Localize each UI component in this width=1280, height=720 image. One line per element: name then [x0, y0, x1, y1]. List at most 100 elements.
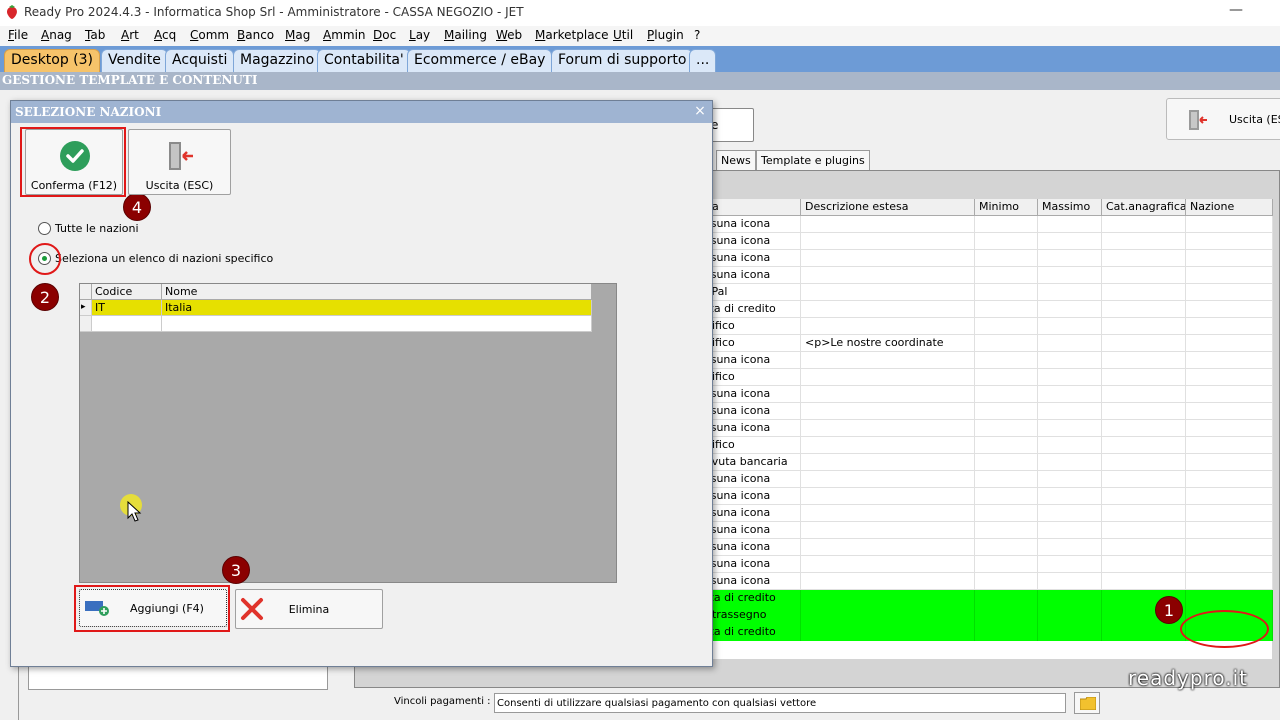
grid-header-nome[interactable]: Nome	[162, 284, 592, 300]
table-cell[interactable]	[1186, 539, 1273, 556]
table-row[interactable]: ssuna icona	[701, 539, 1273, 556]
grid-header-nazione[interactable]: Nazione	[1186, 199, 1273, 216]
table-cell[interactable]: evuta bancaria	[701, 454, 801, 471]
table-cell[interactable]	[975, 556, 1038, 573]
table-cell[interactable]: rta di credito	[701, 624, 801, 641]
table-cell[interactable]	[975, 250, 1038, 267]
table-cell[interactable]	[801, 352, 975, 369]
table-cell[interactable]	[1038, 590, 1102, 607]
grid-header-icona[interactable]: na	[701, 199, 801, 216]
table-cell[interactable]: ssuna icona	[701, 556, 801, 573]
menu-anag[interactable]: Anag	[41, 28, 72, 42]
table-cell[interactable]	[1038, 573, 1102, 590]
nations-grid-row-new[interactable]	[80, 316, 592, 332]
tab-desktop[interactable]: Desktop (3)	[4, 49, 101, 72]
table-cell[interactable]	[1038, 352, 1102, 369]
table-cell[interactable]: ssuna icona	[701, 233, 801, 250]
minimize-button[interactable]: —	[1226, 2, 1246, 22]
table-cell[interactable]	[1102, 454, 1186, 471]
background-exit-button[interactable]: Uscita (ESC	[1166, 98, 1280, 140]
table-cell[interactable]	[975, 403, 1038, 420]
table-cell[interactable]	[975, 420, 1038, 437]
table-row[interactable]: nifico	[701, 369, 1273, 386]
menu-ammin[interactable]: Ammin	[323, 28, 366, 42]
menu-file[interactable]: File	[8, 28, 28, 42]
menu-util[interactable]: Util	[613, 28, 633, 42]
table-cell[interactable]	[1038, 522, 1102, 539]
table-cell[interactable]	[1186, 301, 1273, 318]
table-row[interactable]: ssuna icona	[701, 352, 1273, 369]
grid-header-cat-anagrafica[interactable]: Cat.anagrafica	[1102, 199, 1186, 216]
table-cell[interactable]	[1186, 369, 1273, 386]
table-cell[interactable]	[975, 335, 1038, 352]
table-cell[interactable]	[975, 267, 1038, 284]
table-cell[interactable]	[1102, 522, 1186, 539]
table-row[interactable]: rta di credito	[701, 301, 1273, 318]
table-cell[interactable]	[1038, 607, 1102, 624]
table-cell[interactable]	[1102, 420, 1186, 437]
table-cell[interactable]	[1102, 233, 1186, 250]
table-cell[interactable]	[801, 437, 975, 454]
table-cell[interactable]: ssuna icona	[701, 403, 801, 420]
table-cell[interactable]	[975, 284, 1038, 301]
table-cell[interactable]	[1102, 369, 1186, 386]
table-cell[interactable]	[975, 216, 1038, 233]
cell-codice-empty[interactable]	[92, 316, 162, 332]
table-cell[interactable]: yPal	[701, 284, 801, 301]
table-cell[interactable]	[975, 471, 1038, 488]
table-cell[interactable]	[1038, 369, 1102, 386]
table-cell[interactable]	[801, 488, 975, 505]
table-cell[interactable]	[1102, 284, 1186, 301]
table-cell[interactable]	[1038, 471, 1102, 488]
grid-header-minimo[interactable]: Minimo	[975, 199, 1038, 216]
table-cell[interactable]	[1102, 556, 1186, 573]
table-row[interactable]: rta di credito	[701, 590, 1273, 607]
table-cell[interactable]	[801, 403, 975, 420]
table-cell[interactable]	[975, 607, 1038, 624]
table-cell[interactable]	[1038, 250, 1102, 267]
table-cell[interactable]	[801, 624, 975, 641]
table-row[interactable]: ssuna icona	[701, 386, 1273, 403]
menu-art[interactable]: Art	[121, 28, 139, 42]
table-cell[interactable]	[1038, 318, 1102, 335]
table-cell[interactable]: nifico	[701, 335, 801, 352]
tab-ecommerce[interactable]: Ecommerce / eBay	[407, 49, 553, 72]
table-cell[interactable]	[801, 386, 975, 403]
table-cell[interactable]	[1186, 420, 1273, 437]
table-cell[interactable]: nifico	[701, 437, 801, 454]
table-cell[interactable]: ssuna icona	[701, 573, 801, 590]
table-cell[interactable]: ssuna icona	[701, 216, 801, 233]
table-cell[interactable]	[1186, 335, 1273, 352]
table-cell[interactable]	[1102, 267, 1186, 284]
tab-acquisti[interactable]: Acquisti	[165, 49, 235, 72]
table-cell[interactable]	[1102, 250, 1186, 267]
table-cell[interactable]: nifico	[701, 369, 801, 386]
table-cell[interactable]	[1102, 352, 1186, 369]
table-cell[interactable]	[1102, 488, 1186, 505]
table-cell[interactable]	[1186, 267, 1273, 284]
table-cell[interactable]: ssuna icona	[701, 488, 801, 505]
table-cell[interactable]	[801, 556, 975, 573]
menu-banco[interactable]: Banco	[237, 28, 274, 42]
table-row[interactable]: ssuna icona	[701, 471, 1273, 488]
menu-tab[interactable]: Tab	[85, 28, 105, 42]
table-cell[interactable]	[801, 233, 975, 250]
table-cell[interactable]	[1038, 284, 1102, 301]
table-row[interactable]: ssuna icona	[701, 233, 1273, 250]
tab-vendite[interactable]: Vendite	[101, 49, 168, 72]
table-cell[interactable]	[801, 471, 975, 488]
menu-mag[interactable]: Mag	[285, 28, 310, 42]
folder-browse-button[interactable]	[1074, 692, 1100, 714]
table-cell[interactable]	[801, 590, 975, 607]
menu-acq[interactable]: Acq	[154, 28, 176, 42]
table-cell[interactable]	[1186, 233, 1273, 250]
nations-grid-row-selected[interactable]: ▸ IT Italia	[80, 300, 592, 316]
table-cell[interactable]	[1038, 233, 1102, 250]
vincoli-pagamenti-field[interactable]	[494, 693, 1066, 713]
delete-button[interactable]: Elimina	[235, 589, 383, 629]
subtab-template-plugins[interactable]: Template e plugins	[756, 150, 870, 170]
table-cell[interactable]	[801, 539, 975, 556]
table-cell[interactable]	[801, 454, 975, 471]
table-cell[interactable]	[1038, 216, 1102, 233]
table-cell[interactable]	[801, 250, 975, 267]
